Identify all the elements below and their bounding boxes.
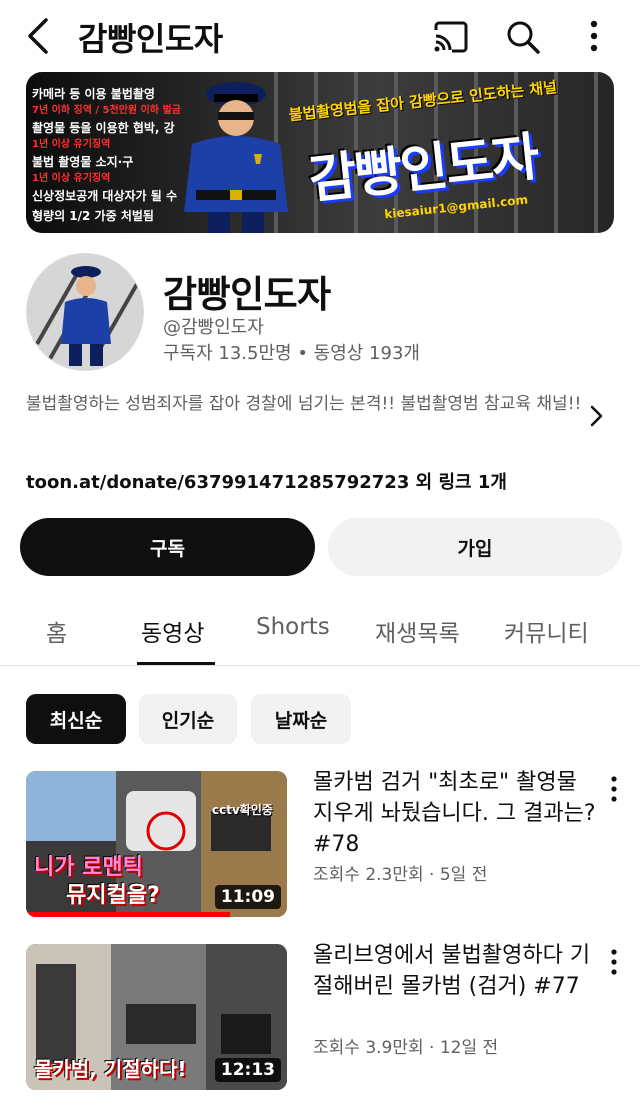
video-thumbnail[interactable]: cctv확인중 니가 로맨틱 뮤지컬을? 11:09 (26, 771, 287, 917)
active-tab-indicator (137, 662, 215, 665)
chip-oldest[interactable]: 날짜순 (251, 694, 351, 744)
thumbnail-tag: cctv확인중 (212, 803, 273, 817)
police-officer-illustration (184, 82, 288, 233)
more-vert-icon[interactable] (606, 775, 622, 803)
search-icon[interactable] (504, 18, 542, 56)
cast-icon[interactable] (432, 20, 470, 54)
tab-playlists[interactable]: 재생목록 (375, 614, 460, 648)
channel-name: 감빵인도자 (163, 273, 331, 316)
channel-links[interactable]: toon.at/donate/637991471285792723 외 링크 1… (26, 468, 507, 494)
video-meta: 조회수 2.3만회 · 5일 전 (313, 865, 488, 885)
subscribe-button[interactable]: 구독 (20, 518, 315, 576)
channel-handle: @감빵인도자 (163, 317, 264, 338)
thumbnail-caption: 뮤지컬을? (66, 883, 160, 908)
chevron-right-icon[interactable] (586, 404, 606, 428)
chip-popular[interactable]: 인기순 (139, 694, 237, 744)
video-item[interactable]: 몰카범, 기절하다! 12:13 올리브영에서 불법촬영하다 기절해버린 몰카범… (0, 943, 640, 1094)
chip-latest[interactable]: 최신순 (26, 694, 126, 744)
video-meta: 조회수 3.9만회 · 12일 전 (313, 1038, 499, 1058)
video-title[interactable]: 올리브영에서 불법촬영하다 기절해버린 몰카범 (검거) #77 (313, 940, 598, 1002)
header-title: 감빵인도자 (78, 20, 223, 58)
back-arrow-icon[interactable] (22, 16, 58, 56)
watch-progress-bar (26, 912, 230, 917)
more-vert-icon[interactable] (606, 948, 622, 976)
video-item[interactable]: cctv확인중 니가 로맨틱 뮤지컬을? 11:09 몰카범 검거 "최초로" … (0, 770, 640, 921)
thumbnail-caption: 니가 로맨틱 (34, 855, 143, 880)
video-duration: 12:13 (214, 1058, 281, 1082)
video-duration: 11:09 (214, 885, 281, 909)
thumbnail-caption: 몰카범, 기절하다! (34, 1057, 187, 1081)
tab-community[interactable]: 커뮤니티 (504, 614, 589, 648)
tab-shorts[interactable]: Shorts (256, 614, 330, 640)
channel-stats: 구독자 13.5만명 • 동영상 193개 (163, 343, 420, 364)
top-app-bar: 감빵인도자 (0, 0, 640, 70)
channel-tabs: 홈 동영상 Shorts 재생목록 커뮤니티 (0, 600, 640, 666)
channel-banner: 카메라 등 이용 불법촬영 7년 이하 징역 / 5천만원 이하 벌금 촬영물 … (26, 72, 614, 233)
channel-avatar[interactable] (26, 253, 144, 371)
join-button[interactable]: 가입 (328, 518, 622, 576)
tab-home[interactable]: 홈 (46, 614, 67, 648)
video-title[interactable]: 몰카범 검거 "최초로" 촬영물 지우게 놔뒀습니다. 그 결과는? #78 (313, 767, 598, 860)
video-thumbnail[interactable]: 몰카범, 기절하다! 12:13 (26, 944, 287, 1090)
channel-description[interactable]: 불법촬영하는 성범죄자를 잡아 경찰에 넘기는 본격!! 불법촬영범 참교육 채… (26, 390, 586, 419)
tab-videos[interactable]: 동영상 (141, 614, 204, 648)
more-vert-icon[interactable] (582, 18, 606, 54)
